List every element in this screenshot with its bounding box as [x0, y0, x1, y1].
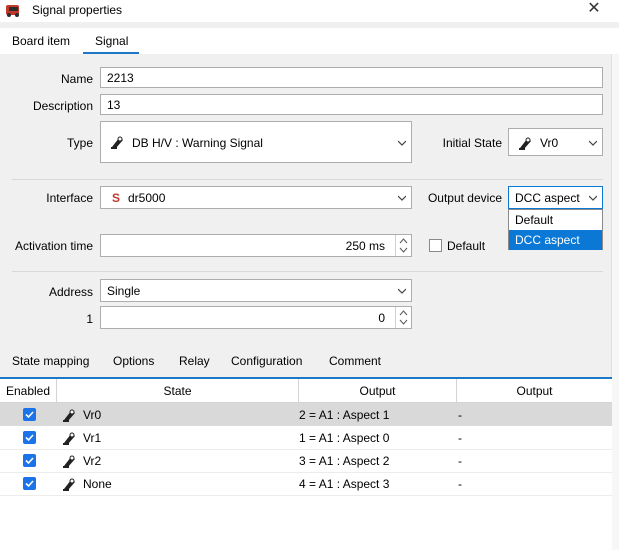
default-label: Default [447, 239, 486, 253]
address-label: Address [48, 285, 93, 299]
output-cell: 4 = A1 : Aspect 3 [299, 477, 390, 491]
header-state[interactable]: State [57, 379, 299, 403]
spin-up-down-icon [399, 310, 408, 325]
table-row[interactable]: None 4 = A1 : Aspect 3 - [0, 472, 612, 496]
state-cell: Vr0 [83, 408, 102, 422]
table-row[interactable]: Vr0 2 = A1 : Aspect 1 - [0, 403, 612, 426]
spin-up-down-icon [399, 238, 408, 253]
signal-icon [63, 432, 75, 445]
chevron-down-icon [589, 195, 597, 201]
address-value: Single [107, 284, 141, 298]
tab-configuration[interactable]: Configuration [231, 354, 302, 368]
signal-app-icon [6, 5, 19, 17]
tab-state-mapping[interactable]: State mapping [12, 354, 89, 368]
enabled-checkbox[interactable] [23, 477, 36, 490]
title-bar: Signal properties ✕ [0, 0, 619, 22]
default-checkbox[interactable] [429, 239, 442, 252]
tab-signal[interactable]: Signal [95, 34, 128, 48]
signal-icon [63, 409, 75, 422]
chevron-down-icon [398, 140, 406, 146]
initial-state-label: Initial State [442, 136, 502, 150]
tab-relay[interactable]: Relay [179, 354, 210, 368]
address-combo[interactable]: Single [100, 279, 412, 302]
enabled-checkbox[interactable] [23, 408, 36, 421]
check-icon [25, 480, 34, 488]
interface-label: Interface [46, 191, 93, 205]
table-header: Enabled State Output Output [0, 379, 612, 403]
address-index-value: 0 [378, 311, 385, 325]
type-combo[interactable]: DB H/V : Warning Signal [100, 121, 412, 163]
header-output-2[interactable]: Output [457, 379, 612, 403]
check-icon [25, 457, 34, 465]
output2-cell: - [458, 454, 462, 468]
output2-cell: - [458, 408, 462, 422]
divider [12, 179, 603, 180]
signal-icon [63, 455, 75, 468]
check-icon [25, 434, 34, 442]
activation-time-value: 250 ms [345, 239, 385, 253]
activation-time-spinbox[interactable]: 250 ms [100, 234, 412, 257]
interface-s-icon: S [112, 191, 121, 205]
output-device-combo[interactable]: DCC aspect [508, 186, 603, 209]
state-cell: None [83, 477, 112, 491]
output-device-value: DCC aspect [515, 191, 580, 205]
close-icon[interactable]: ✕ [583, 0, 605, 20]
activation-time-label: Activation time [14, 239, 93, 253]
signal-icon [111, 136, 123, 149]
type-value: DB H/V : Warning Signal [132, 136, 263, 150]
interface-value: dr5000 [128, 191, 166, 205]
option-dcc-aspect[interactable]: DCC aspect [509, 230, 602, 250]
table-row[interactable]: Vr2 3 = A1 : Aspect 2 - [0, 449, 612, 473]
state-mapping-table: Enabled State Output Output Vr0 2 = A1 :… [0, 377, 612, 550]
initial-state-combo[interactable]: Vr0 [508, 128, 603, 156]
name-label: Name [60, 72, 93, 86]
chevron-down-icon [398, 195, 406, 201]
address-index-label: 1 [86, 312, 93, 326]
table-row[interactable]: Vr1 1 = A1 : Aspect 0 - [0, 426, 612, 450]
chevron-down-icon [589, 140, 597, 146]
chevron-down-icon [398, 288, 406, 294]
description-label: Description [32, 99, 93, 113]
tab-comment[interactable]: Comment [329, 354, 381, 368]
option-default[interactable]: Default [509, 210, 602, 230]
enabled-checkbox[interactable] [23, 431, 36, 444]
name-field[interactable]: 2213 [100, 67, 603, 88]
output-cell: 3 = A1 : Aspect 2 [299, 454, 390, 468]
output2-cell: - [458, 431, 462, 445]
output-device-label: Output device [427, 191, 502, 205]
address-spinbox[interactable]: 0 [100, 306, 412, 329]
tab-board-item[interactable]: Board item [12, 34, 70, 48]
enabled-checkbox[interactable] [23, 454, 36, 467]
signal-icon [63, 478, 75, 491]
output-cell: 1 = A1 : Aspect 0 [299, 431, 390, 445]
type-label: Type [66, 136, 93, 150]
output2-cell: - [458, 477, 462, 491]
description-field[interactable]: 13 [100, 94, 603, 115]
header-enabled[interactable]: Enabled [0, 379, 57, 403]
tab-signal-indicator [83, 52, 139, 54]
signal-icon [519, 137, 531, 150]
state-cell: Vr1 [83, 431, 102, 445]
output-cell: 2 = A1 : Aspect 1 [299, 408, 390, 422]
tab-options[interactable]: Options [113, 354, 154, 368]
top-tab-bar: Board item Signal [0, 28, 619, 54]
divider [12, 271, 603, 272]
check-icon [25, 411, 34, 419]
interface-combo[interactable]: S dr5000 [100, 186, 412, 209]
output-device-dropdown: Default DCC aspect [508, 209, 603, 250]
spin-buttons[interactable] [395, 235, 411, 256]
initial-state-value: Vr0 [540, 136, 559, 150]
window-title: Signal properties [32, 3, 123, 17]
state-cell: Vr2 [83, 454, 102, 468]
scrollbar-track[interactable] [611, 54, 619, 550]
header-output[interactable]: Output [299, 379, 457, 403]
spin-buttons[interactable] [395, 307, 411, 328]
